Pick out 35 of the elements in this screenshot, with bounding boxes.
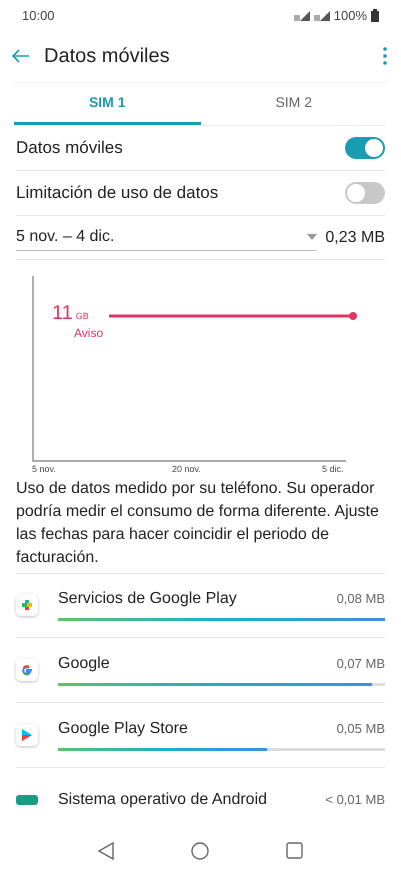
axis-label: 5 nov.	[32, 464, 56, 474]
app-name: Google Play Store	[58, 720, 188, 738]
axis-label: 5 dic.	[322, 464, 344, 474]
setting-label: Datos móviles	[16, 138, 123, 158]
app-usage: < 0,01 MB	[325, 792, 385, 808]
sim-tab[interactable]: SIM 2	[200, 82, 387, 125]
back-nav-icon[interactable]	[98, 842, 114, 860]
signal-icon	[294, 9, 330, 22]
warning-label: Aviso	[74, 326, 104, 340]
app-name: Servicios de Google Play	[58, 590, 237, 608]
screen-title: Datos móviles	[44, 44, 171, 68]
usage-note: Uso de datos medido por su teléfono. Su operador podría medir el consumo de forma diferente. Ajuste las fechas para hacer coincidir el periodo de facturación.	[16, 478, 380, 568]
battery-percent: 100%	[334, 8, 367, 23]
axis-label: 20 nov.	[172, 464, 201, 474]
back-arrow-icon[interactable]	[12, 49, 30, 64]
recents-nav-icon[interactable]	[286, 842, 303, 860]
app-usage: 0,07 MB	[336, 656, 385, 672]
g-logo-icon	[16, 659, 38, 682]
app-usage: 0,05 MB	[336, 721, 385, 736]
setting-label: Limitación de uso de datos	[16, 182, 218, 203]
toggle-switch[interactable]	[345, 136, 385, 159]
puzzle-icon	[16, 594, 38, 616]
battery-icon	[371, 8, 379, 22]
more-options-icon[interactable]	[383, 47, 387, 66]
sim-tab[interactable]: SIM 1	[14, 82, 200, 125]
status-time: 10:00	[22, 8, 55, 23]
app-name: Sistema operativo de Android	[58, 790, 268, 809]
cycle-dropdown[interactable]: 5 nov. – 4 dic.	[16, 224, 318, 251]
warning-value: 11 GB	[52, 302, 89, 326]
dropdown-caret-icon	[307, 234, 318, 240]
total-usage: 0,23 MB	[325, 228, 385, 246]
home-nav-icon[interactable]	[190, 842, 209, 860]
toggle-switch[interactable]	[345, 182, 385, 204]
app-usage: 0,08 MB	[336, 591, 385, 606]
app-name: Google	[58, 654, 110, 673]
